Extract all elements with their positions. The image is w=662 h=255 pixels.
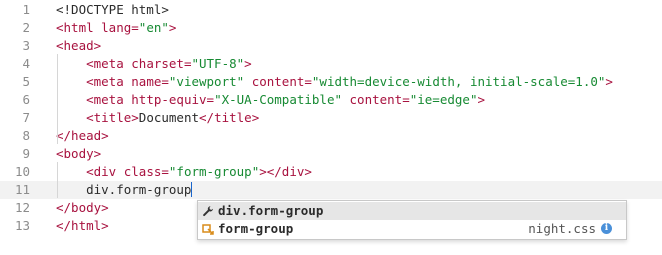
text-cursor [191, 182, 193, 197]
code-token: <head> [56, 38, 102, 53]
autocomplete-item[interactable]: div.form-group [198, 202, 626, 220]
code-token: Document [138, 110, 200, 125]
wrench-icon [203, 206, 213, 217]
autocomplete-item-source: night.css [528, 221, 596, 236]
line-number: 11 [14, 182, 30, 197]
code-text[interactable]: <meta charset="UTF-8"> [56, 55, 252, 73]
code-token: "width=device-width, initial-scale=1.0" [311, 74, 606, 89]
code-text[interactable]: <!DOCTYPE html> [56, 1, 169, 19]
line-number: 4 [22, 56, 30, 71]
line-number: 13 [14, 218, 30, 233]
line-number: 10 [14, 164, 30, 179]
code-token: </body> [56, 200, 109, 215]
code-token: <title> [86, 110, 139, 125]
css-property-icon [202, 224, 214, 235]
code-token: > [477, 92, 485, 107]
code-line[interactable]: 11 div.form-group [0, 181, 662, 199]
code-token: </head> [56, 128, 109, 143]
code-text[interactable]: <head> [56, 37, 101, 55]
code-token: "ie=edge" [409, 92, 478, 107]
line-number: 9 [22, 146, 30, 161]
code-line[interactable]: 5 <meta name="viewport" content="width=d… [0, 73, 662, 91]
code-text[interactable]: <meta http-equiv="X-UA-Compatible" conte… [56, 91, 485, 109]
autocomplete-item[interactable]: form-group night.css i [198, 220, 626, 238]
code-token: > [605, 74, 613, 89]
code-token: <!DOCTYPE html> [56, 2, 169, 17]
code-token: <meta [86, 56, 132, 71]
code-token: "viewport" [168, 74, 245, 89]
line-number: 2 [22, 20, 30, 35]
code-line[interactable]: 10 <div class="form-group"></div> [0, 163, 662, 181]
code-line[interactable]: 7 <title>Document</title> [0, 109, 662, 127]
line-number: 3 [22, 38, 30, 53]
code-line[interactable]: 9 <body> [0, 145, 662, 163]
code-line[interactable]: 8 </head> [0, 127, 662, 145]
code-text[interactable]: <div class="form-group"></div> [56, 163, 312, 181]
code-token: "X-UA-Compatible" [214, 92, 342, 107]
code-editor[interactable]: 1 <!DOCTYPE html> 2 <html lang="en"> 3 <head>… [0, 0, 662, 255]
code-token: </title> [199, 110, 260, 125]
code-token: content= [342, 92, 410, 107]
code-token: "en" [138, 20, 169, 35]
code-token: lang= [101, 20, 139, 35]
code-token: "UTF-8" [191, 56, 245, 71]
code-token: <html [56, 20, 102, 35]
code-token: div.form-group [56, 182, 192, 197]
code-token: > [244, 56, 252, 71]
code-token: charset= [131, 56, 192, 71]
line-number: 1 [22, 2, 30, 17]
line-number: 5 [22, 74, 30, 89]
code-token: > [168, 20, 177, 35]
autocomplete-popup[interactable]: div.form-group form-group night.css i [197, 200, 627, 240]
line-number: 8 [22, 128, 30, 143]
indent-guide [57, 162, 58, 198]
code-token: class= [123, 164, 169, 179]
code-text[interactable]: <meta name="viewport" content="width=dev… [56, 73, 613, 91]
code-line[interactable]: 6 <meta http-equiv="X-UA-Compatible" con… [0, 91, 662, 109]
code-text[interactable]: </head> [56, 127, 109, 145]
code-token: content= [244, 74, 312, 89]
indent-guide [57, 54, 58, 144]
code-line[interactable]: 1 <!DOCTYPE html> [0, 1, 662, 19]
code-text[interactable]: </body> [56, 199, 109, 217]
code-text[interactable]: </html> [56, 217, 109, 235]
code-text[interactable]: <html lang="en"> [56, 19, 176, 37]
autocomplete-item-label: div.form-group [218, 203, 324, 218]
line-number: 12 [14, 200, 30, 215]
code-line[interactable]: 2 <html lang="en"> [0, 19, 662, 37]
code-text[interactable]: div.form-group [56, 181, 193, 199]
code-token: name= [131, 74, 169, 89]
line-number: 7 [22, 110, 30, 125]
code-token: ></div> [259, 164, 312, 179]
code-line[interactable]: 4 <meta charset="UTF-8"> [0, 55, 662, 73]
line-number: 6 [22, 92, 30, 107]
code-token: "form-group" [168, 164, 260, 179]
code-text[interactable]: <title>Document</title> [56, 109, 259, 127]
code-text[interactable]: <body> [56, 145, 101, 163]
code-token: http-equiv= [131, 92, 215, 107]
code-token: <meta [86, 92, 132, 107]
code-token: <div [86, 164, 124, 179]
info-icon[interactable]: i [601, 223, 612, 234]
code-line[interactable]: 3 <head> [0, 37, 662, 55]
code-token: </html> [56, 218, 109, 233]
autocomplete-item-label: form-group [218, 221, 294, 236]
code-token: <meta [86, 74, 132, 89]
code-token: <body> [56, 146, 102, 161]
